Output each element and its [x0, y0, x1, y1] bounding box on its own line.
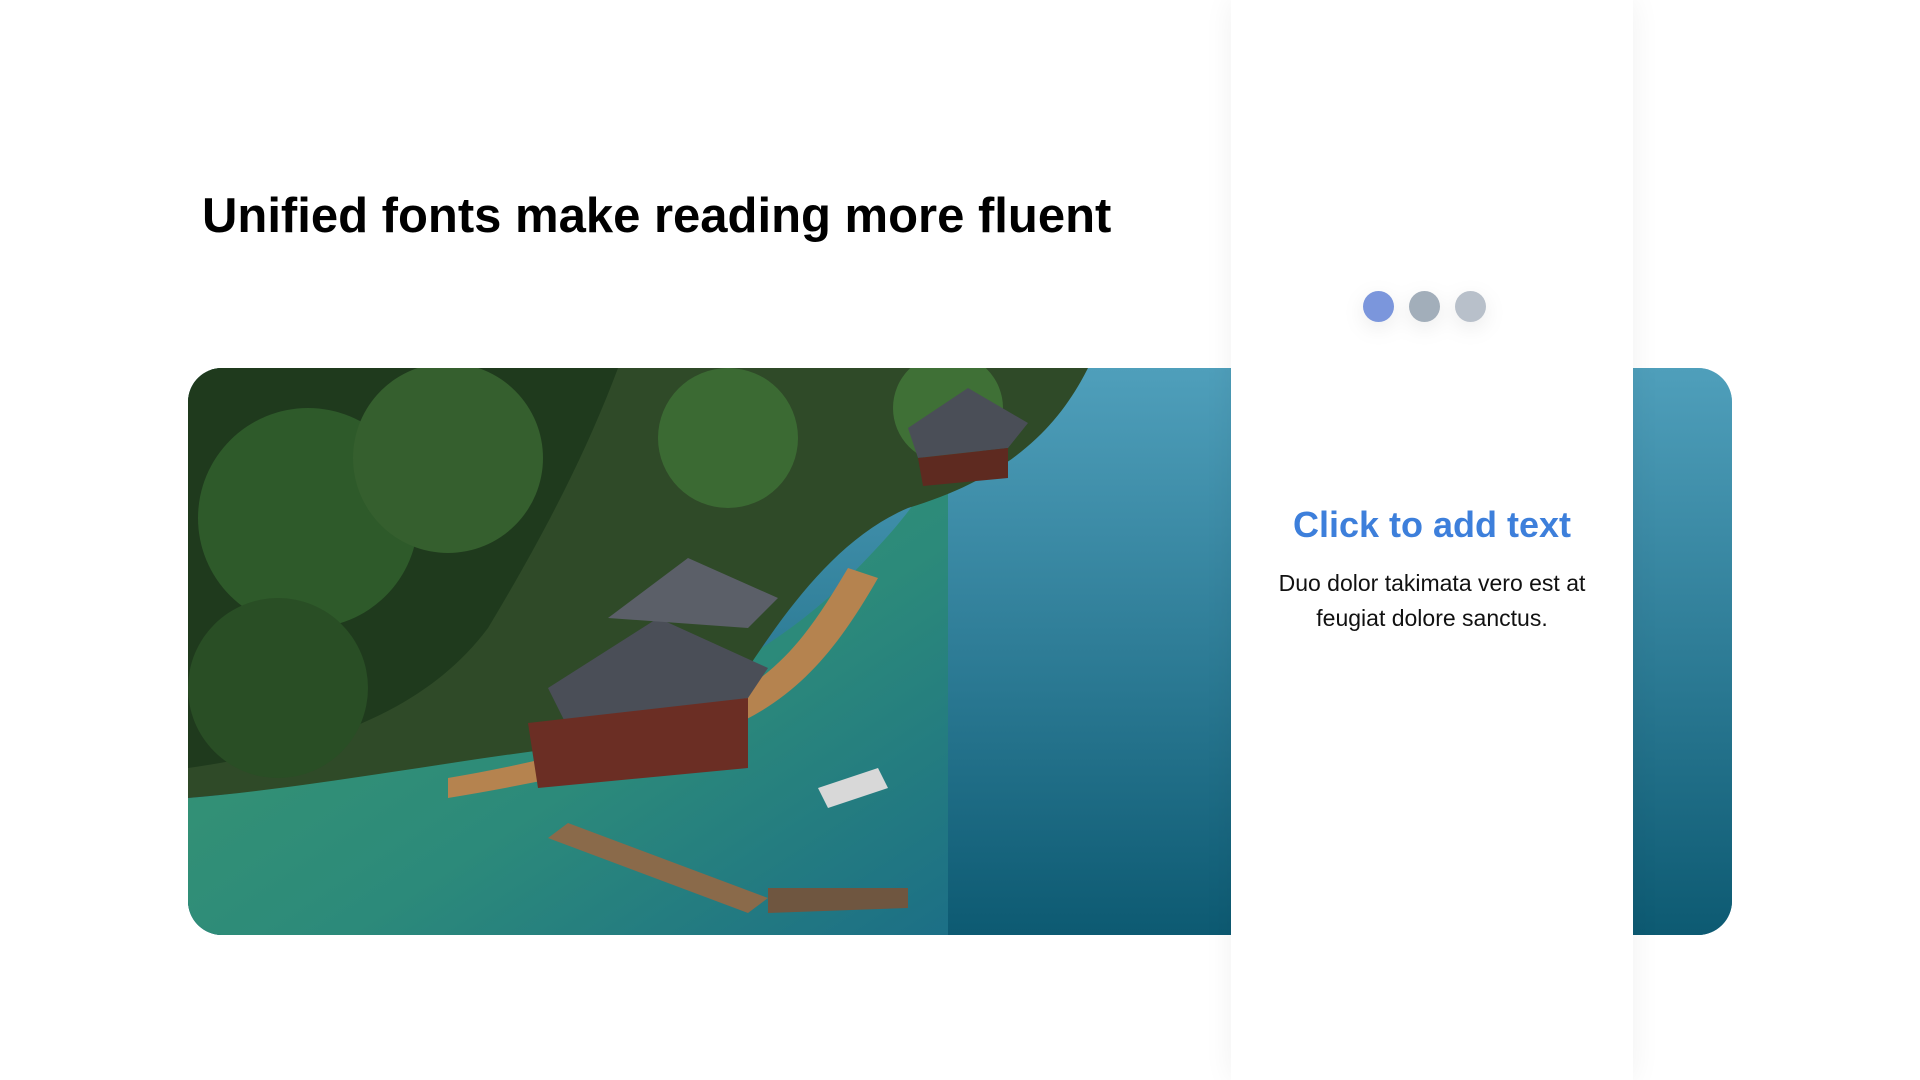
- text-panel: Click to add text Duo dolor takimata ver…: [1231, 0, 1633, 1080]
- pagination-dot-2[interactable]: [1409, 291, 1440, 322]
- panel-body-text: Duo dolor takimata vero est at feugiat d…: [1278, 570, 1586, 631]
- pagination-dots: [1363, 285, 1496, 328]
- pagination-dot-3[interactable]: [1455, 291, 1486, 322]
- slide: Unified fonts make reading more fluent C…: [0, 0, 1920, 1080]
- slide-title: Unified fonts make reading more fluent: [202, 189, 1112, 243]
- panel-heading[interactable]: Click to add text: [1231, 504, 1633, 546]
- pagination-dot-1[interactable]: [1363, 291, 1394, 322]
